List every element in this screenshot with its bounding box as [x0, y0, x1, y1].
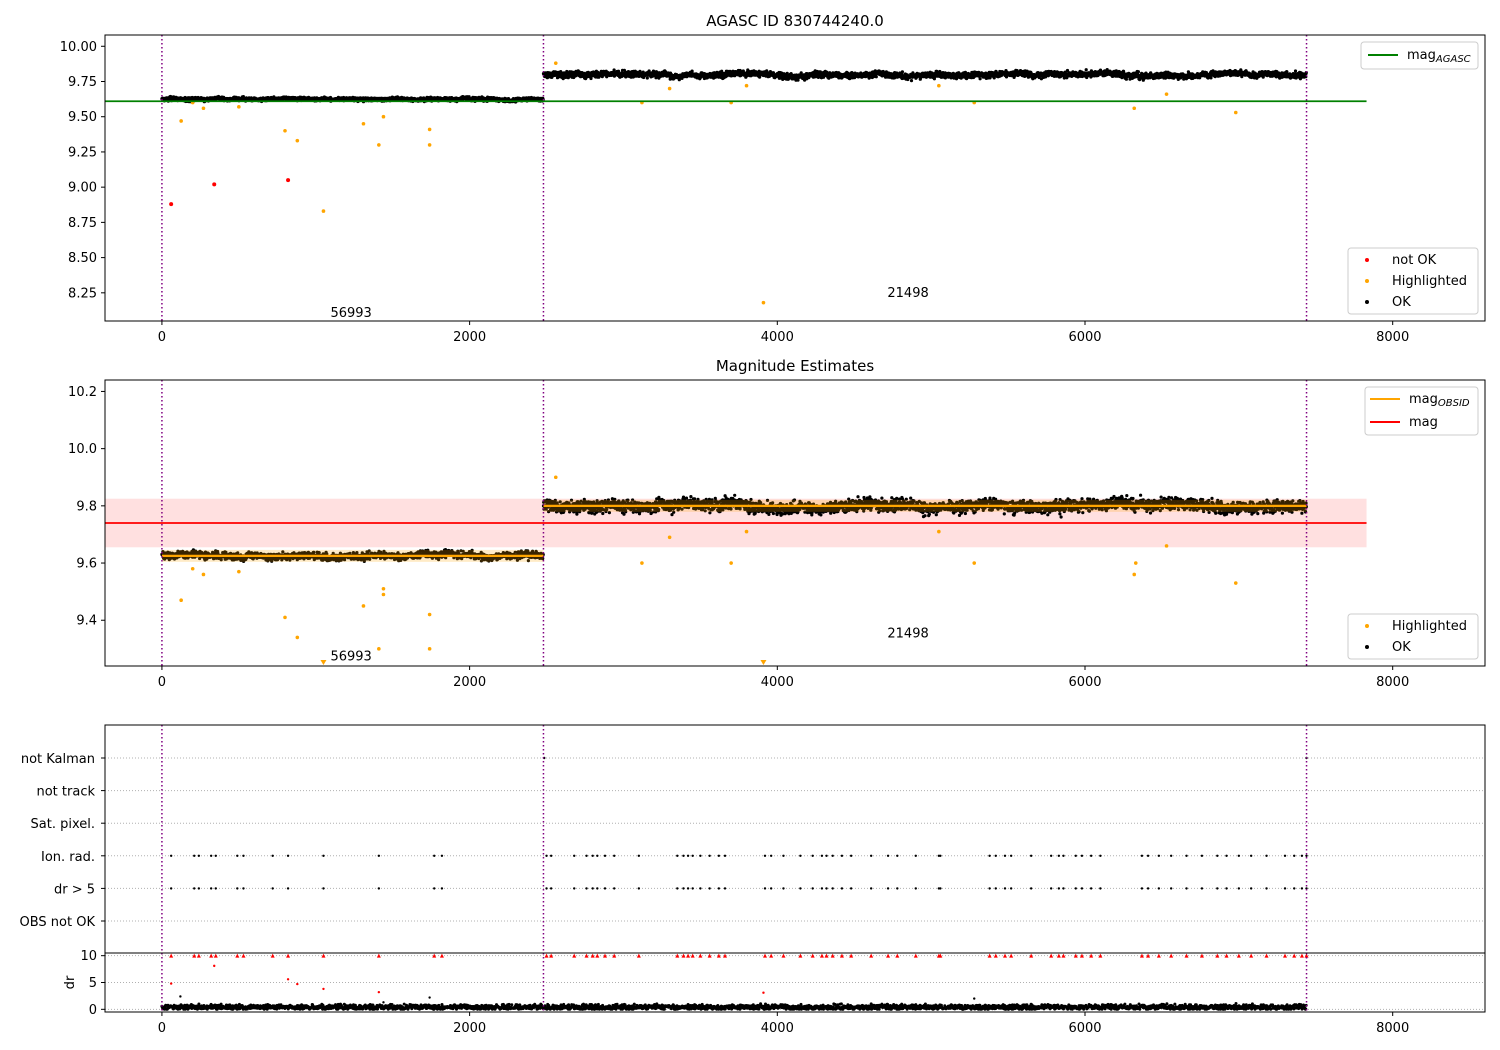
agasc-not-ok-point [286, 178, 291, 183]
agasc-ok-point [1084, 68, 1088, 72]
agasc-highlighted-point [377, 143, 381, 147]
agasc-highlighted-point [237, 105, 241, 109]
agasc-ok-point [1136, 70, 1140, 74]
agasc-ok-point [900, 70, 905, 74]
figure: AGASC ID 830744240.0 Magnitude Estimates… [0, 0, 1500, 1050]
agasc-highlighted-point [553, 61, 558, 65]
agasc-highlighted-point [381, 114, 386, 119]
agasc-highlighted-point [321, 209, 326, 213]
agasc-ok-point [909, 79, 914, 83]
agasc-ok-point [1209, 76, 1213, 80]
agasc-highlighted-point [201, 106, 206, 111]
agasc-ok-point [978, 77, 982, 81]
agasc-highlighted-point [1132, 106, 1137, 111]
p1-ytick-label: 9.00 [68, 181, 97, 196]
p1-xtick-label: 4000 [761, 330, 794, 345]
agasc-highlighted-point [283, 129, 287, 133]
p1-ytick-label: 9.75 [68, 75, 97, 90]
agasc-ok-point [616, 69, 621, 73]
p1-ytick-label: 8.50 [68, 251, 97, 266]
agasc-ok-point [612, 68, 616, 72]
agasc-highlighted-point [937, 83, 941, 88]
panel1-title: AGASC ID 830744240.0 [706, 12, 884, 30]
agasc-ok-point [1293, 69, 1298, 73]
obsid-label: 56993 [330, 306, 371, 321]
agasc-not-ok-point [212, 182, 217, 187]
p1-ytick-label: 9.50 [68, 110, 97, 125]
agasc-highlighted-point [427, 127, 432, 132]
p1-ytick-label: 10.00 [60, 40, 97, 55]
p1-xtick-label: 0 [158, 330, 166, 345]
panel2-title: Magnitude Estimates [716, 357, 874, 375]
agasc-ok-point [874, 75, 878, 79]
obsid-label: 21498 [887, 286, 928, 301]
p1-xtick-label: 6000 [1068, 330, 1101, 345]
p1-ytick-label: 8.25 [68, 286, 97, 301]
agasc-highlighted-point [427, 143, 432, 147]
agasc-highlighted-point [179, 119, 183, 123]
agasc-highlighted-point [744, 83, 749, 88]
agasc-highlighted-point [1233, 110, 1238, 115]
agasc-highlighted-point [761, 300, 766, 305]
agasc-highlighted-point [667, 86, 672, 91]
agasc-highlighted-point [1164, 92, 1169, 96]
p1-xtick-label: 8000 [1376, 330, 1409, 345]
agasc-highlighted-point [361, 121, 366, 126]
p1-ytick-label: 8.75 [68, 216, 97, 231]
p1-xtick-label: 2000 [453, 330, 486, 345]
agasc-not-ok-point [169, 202, 174, 207]
agasc-highlighted-point [295, 138, 300, 143]
p1-ytick-label: 9.25 [68, 145, 97, 160]
agasc-ok-point [645, 76, 649, 80]
